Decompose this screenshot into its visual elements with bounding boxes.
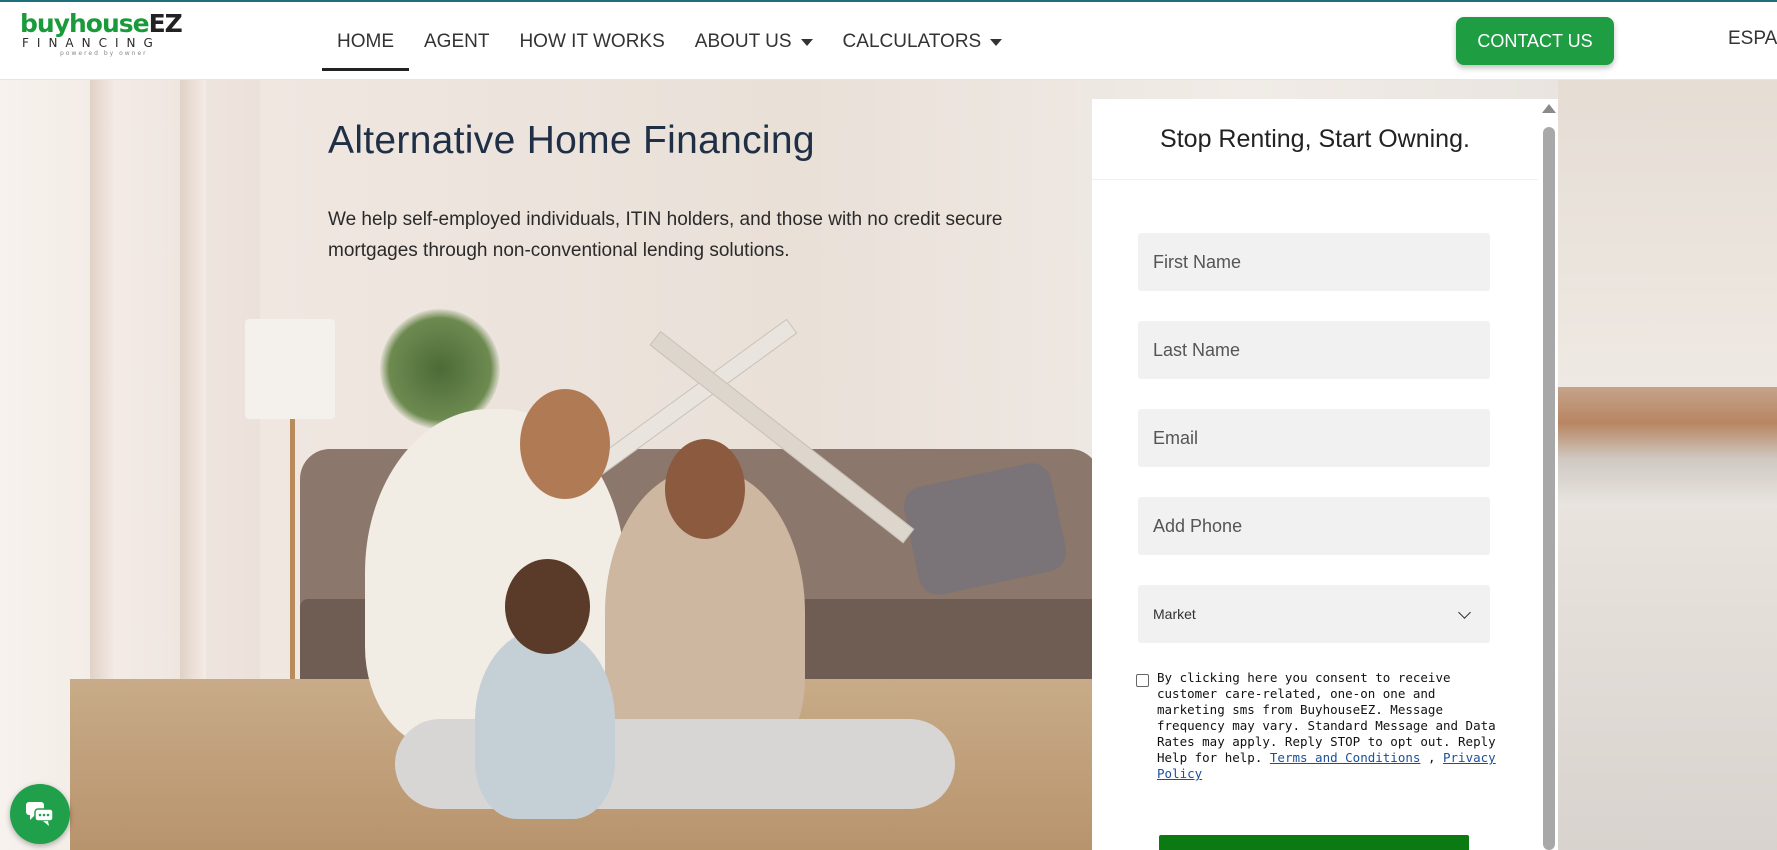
- family-photo-child: [475, 629, 615, 819]
- terms-link[interactable]: Terms and Conditions: [1270, 750, 1421, 765]
- family-photo-man-head: [520, 389, 610, 499]
- caret-down-icon: [800, 39, 813, 46]
- logo-tagline: powered by owner: [60, 50, 148, 57]
- family-photo-child-head: [505, 559, 590, 654]
- logo-wordmark: buyhouseEZ: [20, 9, 183, 38]
- language-switch[interactable]: ESPA: [1728, 28, 1777, 50]
- nav-agent[interactable]: AGENT: [409, 4, 504, 79]
- email-placeholder: Email: [1153, 427, 1199, 448]
- submit-button[interactable]: [1159, 835, 1469, 850]
- market-select-value: Market: [1153, 606, 1196, 622]
- last-name-input[interactable]: Last Name: [1138, 321, 1490, 379]
- logo-subtitle: FINANCING: [22, 36, 161, 50]
- sms-consent: By clicking here you consent to receive …: [1136, 670, 1496, 782]
- contact-us-button[interactable]: CONTACT US: [1456, 17, 1614, 65]
- chat-widget-button[interactable]: [10, 784, 70, 844]
- sms-consent-checkbox[interactable]: [1136, 674, 1149, 687]
- nav-how-it-works[interactable]: HOW IT WORKS: [504, 4, 679, 79]
- hero-title: Alternative Home Financing: [328, 119, 815, 162]
- caret-down-icon: [990, 39, 1003, 46]
- market-select[interactable]: Market: [1138, 585, 1490, 643]
- form-title: Stop Renting, Start Owning.: [1092, 99, 1538, 180]
- floor-lamp: [245, 319, 335, 419]
- nav-about-us[interactable]: ABOUT US: [680, 4, 828, 79]
- phone-input[interactable]: Add Phone: [1138, 497, 1490, 555]
- site-header: buyhouseEZ FINANCING powered by owner HO…: [0, 2, 1777, 80]
- chevron-down-icon: [1458, 605, 1471, 619]
- scroll-up-arrow-icon[interactable]: [1542, 104, 1556, 113]
- hero-background-counter: [1558, 387, 1777, 507]
- phone-placeholder: Add Phone: [1153, 515, 1243, 536]
- nav-home[interactable]: HOME: [322, 4, 409, 79]
- form-scrollbar-thumb[interactable]: [1543, 127, 1555, 850]
- first-name-placeholder: First Name: [1153, 251, 1242, 272]
- last-name-placeholder: Last Name: [1153, 339, 1241, 360]
- family-photo-woman-head: [665, 439, 745, 539]
- email-input[interactable]: Email: [1138, 409, 1490, 467]
- brand-logo[interactable]: buyhouseEZ FINANCING powered by owner: [20, 10, 190, 70]
- link-separator: ,: [1427, 750, 1436, 765]
- main-nav: HOME AGENT HOW IT WORKS ABOUT US CALCULA…: [322, 4, 1017, 79]
- nav-calculators[interactable]: CALCULATORS: [828, 4, 1018, 79]
- first-name-input[interactable]: First Name: [1138, 233, 1490, 291]
- hero-subtitle: We help self-employed individuals, ITIN …: [328, 209, 1003, 261]
- chat-bubbles-icon: [26, 802, 54, 826]
